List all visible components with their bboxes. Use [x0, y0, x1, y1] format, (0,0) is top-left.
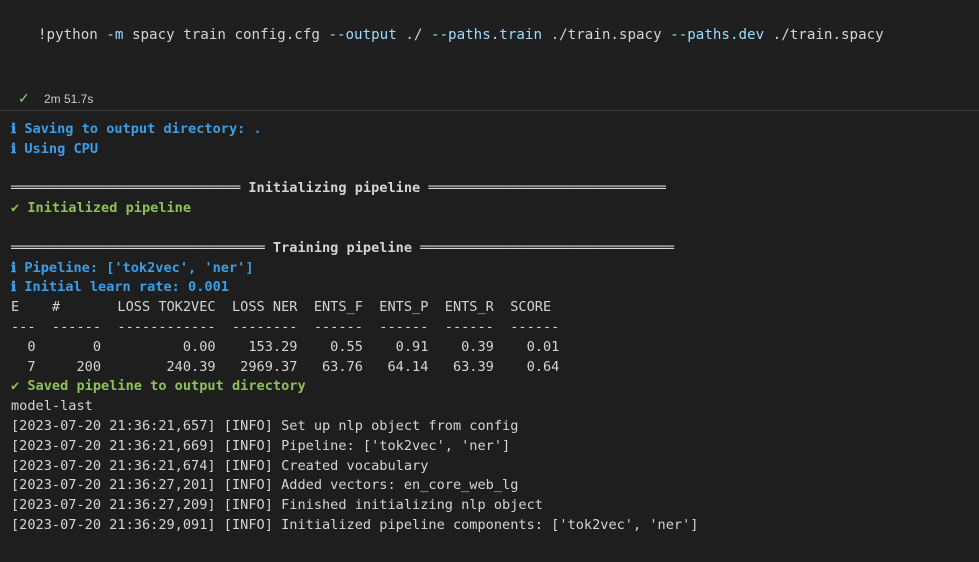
output-line: --- ------ ------------ -------- ------ …: [11, 318, 560, 335]
execution-status: ✓ 2m 51.7s: [18, 90, 93, 107]
code-token: spacy train config.cfg: [123, 27, 329, 43]
check-icon: ✓: [18, 90, 30, 106]
output-line: [2023-07-20 21:36:21,674] [INFO] Created…: [11, 457, 429, 474]
output-line: E # LOSS TOK2VEC LOSS NER ENTS_F ENTS_P …: [11, 299, 560, 316]
output-line: ℹ Pipeline: ['tok2vec', 'ner']: [11, 259, 254, 276]
output-line: ℹ Using CPU: [11, 140, 99, 157]
code-token: --paths.dev: [670, 27, 765, 43]
output-line: [2023-07-20 21:36:21,669] [INFO] Pipelin…: [11, 437, 511, 454]
output-line: ═══════════════════════════════ Training…: [11, 239, 674, 256]
cell-output: ℹ Saving to output directory: . ℹ Using C…: [0, 111, 979, 562]
output-line: 7 200 240.39 2969.37 63.76 64.14 63.39 0…: [11, 358, 560, 375]
code-token: -m: [106, 27, 124, 43]
code-token: /train.spacy: [781, 27, 884, 43]
output-text: ℹ Saving to output directory: . ℹ Using C…: [11, 120, 698, 536]
code-token: !python: [38, 27, 98, 43]
output-line: [2023-07-20 21:36:21,657] [INFO] Set up …: [11, 417, 519, 434]
code-token: /: [413, 27, 431, 43]
output-line: 0 0 0.00 153.29 0.55 0.91 0.39 0.01: [11, 338, 560, 355]
code-token: /train.spacy: [559, 27, 671, 43]
code-editor[interactable]: !python -m spacy train config.cfg --outp…: [38, 25, 884, 45]
execution-duration: 2m 51.7s: [44, 91, 94, 106]
output-line: [2023-07-20 21:36:27,201] [INFO] Added v…: [11, 477, 519, 494]
output-line: ✔ Initialized pipeline: [11, 200, 192, 217]
output-line: ════════════════════════════ Initializin…: [11, 180, 666, 197]
code-token: .: [772, 27, 782, 43]
output-line: [2023-07-20 21:36:29,091] [INFO] Initial…: [11, 516, 699, 533]
code-token: .: [550, 27, 560, 43]
notebook-cell[interactable]: !python -m spacy train config.cfg --outp…: [0, 0, 979, 111]
code-token: --paths.train: [430, 27, 543, 43]
code-token: .: [405, 27, 414, 43]
output-line: ✔ Saved pipeline to output directory: [11, 378, 306, 395]
output-line: [2023-07-20 21:36:27,209] [INFO] Finishe…: [11, 497, 543, 514]
code-token: --output: [328, 27, 397, 43]
output-line: model-last: [11, 398, 93, 415]
output-line: ℹ Saving to output directory: .: [11, 121, 262, 137]
output-line: ℹ Initial learn rate: 0.001: [11, 279, 229, 296]
